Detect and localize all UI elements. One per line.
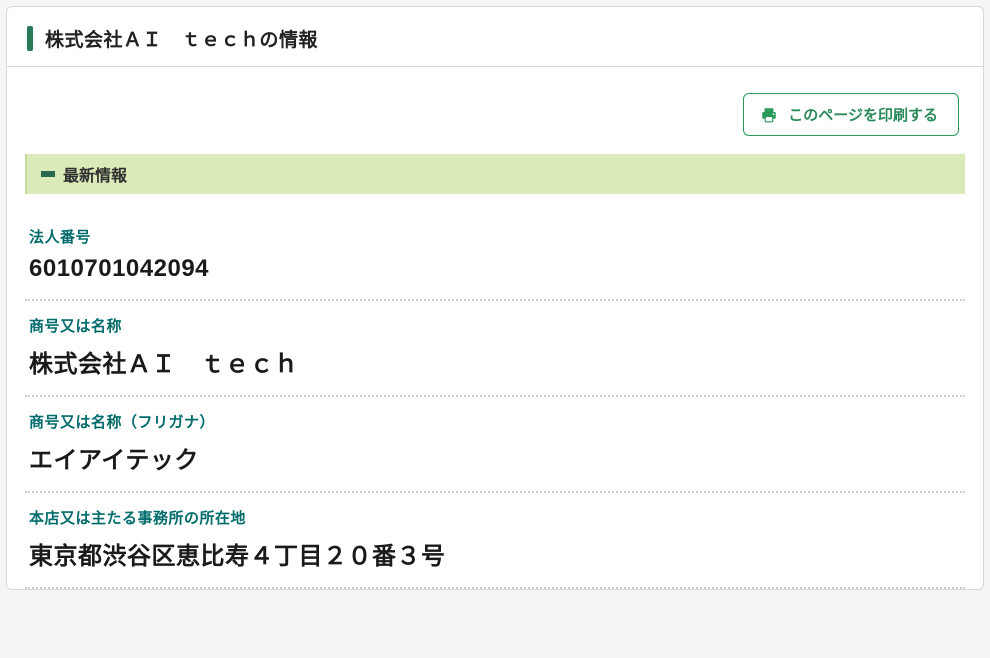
print-row: このページを印刷する xyxy=(25,83,965,154)
field-label: 商号又は名称（フリガナ） xyxy=(29,411,961,432)
field-label: 法人番号 xyxy=(29,226,961,247)
field-value: 6010701042094 xyxy=(29,255,961,283)
field-label: 本店又は主たる事務所の所在地 xyxy=(29,507,961,528)
company-info-card: 株式会社ＡＩ ｔｅｃｈの情報 このページを印刷する 最新情報 法 xyxy=(6,6,984,590)
field-company-name: 商号又は名称 株式会社ＡＩ ｔｅｃｈ xyxy=(25,299,965,395)
field-value: 東京都渋谷区恵比寿４丁目２０番３号 xyxy=(29,536,961,571)
field-label: 商号又は名称 xyxy=(29,315,961,336)
field-corporate-number: 法人番号 6010701042094 xyxy=(25,212,965,299)
card-header: 株式会社ＡＩ ｔｅｃｈの情報 xyxy=(7,7,983,67)
field-company-name-kana: 商号又は名称（フリガナ） エイアイテック xyxy=(25,395,965,491)
print-button-label: このページを印刷する xyxy=(788,104,938,125)
page-title: 株式会社ＡＩ ｔｅｃｈの情報 xyxy=(45,25,318,52)
divider xyxy=(25,587,965,589)
field-value: 株式会社ＡＩ ｔｅｃｈ xyxy=(29,344,961,379)
field-address: 本店又は主たる事務所の所在地 東京都渋谷区恵比寿４丁目２０番３号 xyxy=(25,491,965,587)
section-bar-latest: 最新情報 xyxy=(25,154,965,194)
field-value: エイアイテック xyxy=(29,440,961,475)
print-button[interactable]: このページを印刷する xyxy=(743,93,959,136)
section-marker-icon xyxy=(41,171,55,177)
card-body: このページを印刷する 最新情報 法人番号 6010701042094 商号又は名… xyxy=(7,67,983,589)
printer-icon xyxy=(760,106,778,124)
section-title: 最新情報 xyxy=(63,162,127,186)
